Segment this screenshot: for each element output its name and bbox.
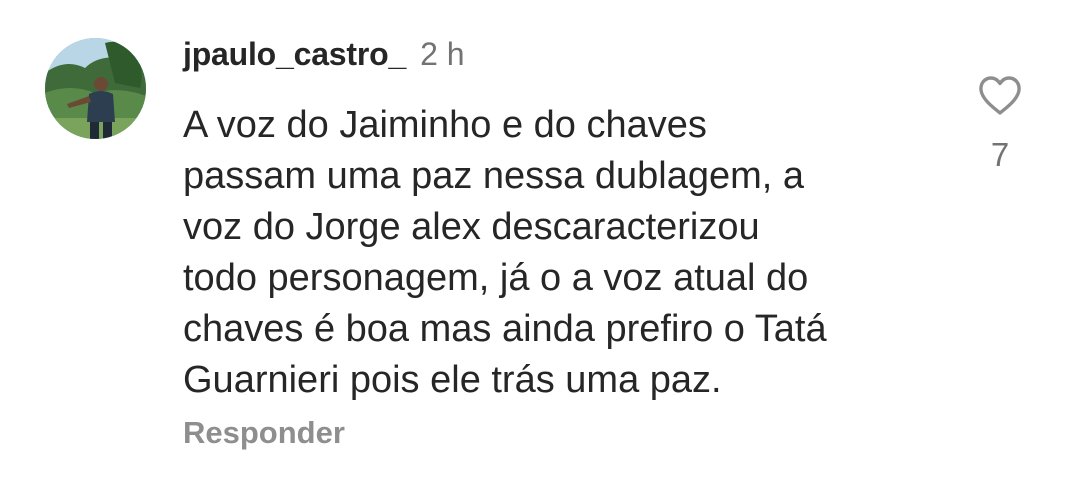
comment-text-line: todo personagem, já o a voz atual do: [183, 257, 809, 299]
like-count: 7: [990, 136, 1010, 173]
avatar[interactable]: [45, 38, 146, 139]
comment-text-line: A voz do Jaiminho e do chaves: [183, 104, 707, 146]
comment-text-line: Guarnieri pois ele trás uma paz.: [183, 359, 722, 401]
timestamp: 2 h: [420, 36, 465, 72]
heart-outline-icon: [979, 76, 1021, 115]
like-button[interactable]: [976, 72, 1024, 120]
comment-text-line: voz do Jorge alex descaracterizou: [183, 206, 760, 248]
comment-item: jpaulo_castro_ 2 h A voz do Jaiminho e do…: [0, 0, 1080, 496]
comment-text-line: chaves é boa mas ainda prefiro o Tatá: [183, 308, 827, 350]
reply-button[interactable]: Responder: [183, 415, 345, 451]
comment-text-line: passam uma paz nessa dublagem, a: [183, 155, 805, 197]
comment-text: A voz do Jaiminho e do chaves passam uma…: [183, 100, 943, 406]
username-link[interactable]: jpaulo_castro_: [183, 36, 406, 72]
comment-header: jpaulo_castro_ 2 h: [183, 36, 465, 73]
avatar-photo: [45, 38, 146, 139]
